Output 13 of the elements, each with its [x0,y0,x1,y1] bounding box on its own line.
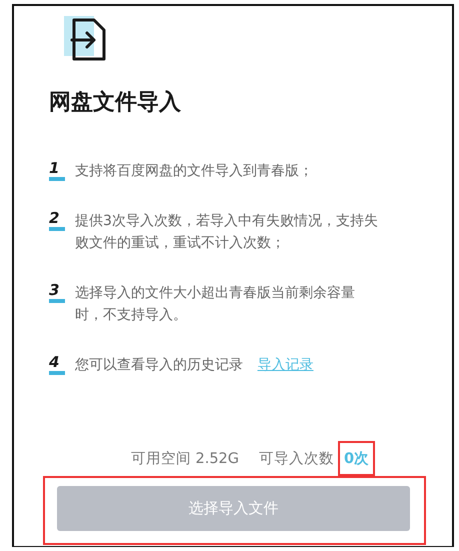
step-text: 您可以查看导入的历史记录 [75,357,243,374]
import-history-link[interactable]: 导入记录 [257,357,314,374]
step-number: 4 [49,354,65,376]
import-count-value: 0次 [338,441,376,476]
step-text: 提供3次导入次数，若导入中有失败情况，支持失败文件的重试，重试不计入次数； [75,213,378,252]
step-text: 支持将百度网盘的文件导入到青春版； [75,163,313,180]
dialog-title: 网盘文件导入 [49,90,182,116]
step-number: 2 [49,210,65,232]
step-number: 3 [49,282,65,304]
step-number: 1 [49,160,65,182]
import-count-label: 可导入次数 [259,450,334,468]
step-text: 选择导入的文件大小超出青春版当前剩余容量时，不支持导入。 [75,285,355,324]
available-space-text: 可用空间 2.52G [130,450,240,468]
